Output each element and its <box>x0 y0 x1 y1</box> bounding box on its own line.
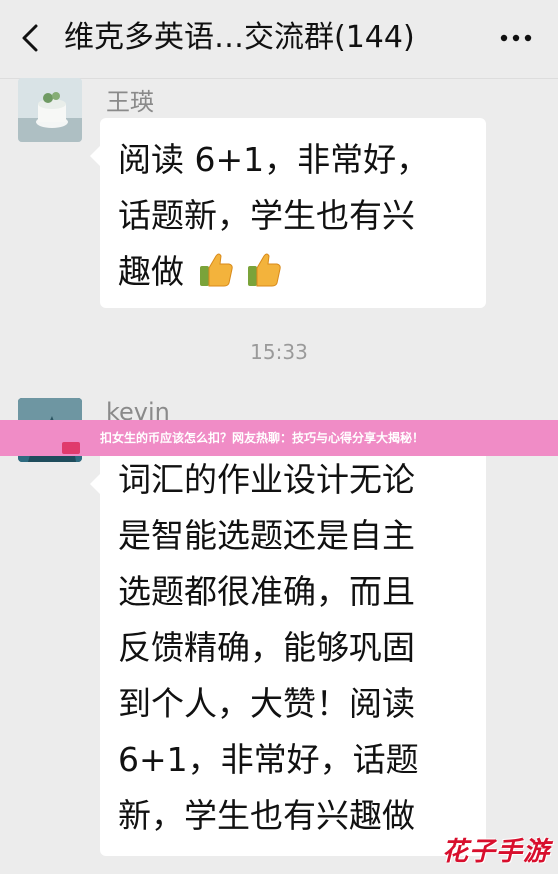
message-line: 是智能选题还是自主 <box>118 516 415 555</box>
message-line: 新，学生也有兴趣做 <box>118 796 415 835</box>
message-line: 词汇的作业设计无论 <box>118 460 415 499</box>
sender-name: 王瑛 <box>106 88 154 116</box>
more-button[interactable] <box>496 20 536 56</box>
message-bubble[interactable]: 阅读 6+1，非常好， 话题新，学生也有兴 趣做 <box>90 118 486 308</box>
thumbs-up-icon <box>200 253 233 287</box>
chat-title: 维克多英语…交流群(144) <box>64 20 415 55</box>
overlay-banner[interactable]: 扣女生的币应该怎么扣？网友热聊：技巧与心得分享大揭秘！ <box>0 420 558 456</box>
message-line: 阅读 6+1，非常好， <box>118 140 430 179</box>
banner-tag <box>62 442 80 454</box>
ellipsis-icon <box>500 34 532 42</box>
banner-text: 扣女生的币应该怎么扣？网友热聊：技巧与心得分享大揭秘！ <box>100 431 425 445</box>
message-line: 话题新，学生也有兴 <box>118 196 415 235</box>
message-line: 趣做 <box>118 252 184 291</box>
avatar[interactable] <box>18 78 82 142</box>
chevron-left-icon <box>22 24 38 52</box>
timestamp: 15:33 <box>250 340 308 364</box>
message-line: 到个人，大赞！阅读 <box>118 684 415 723</box>
chat-header: 维克多英语…交流群(144) <box>0 0 558 79</box>
message-line: 选题都很准确，而且 <box>118 572 415 611</box>
message-line: 反馈精确，能够巩固 <box>118 628 415 667</box>
avatar-image <box>18 78 82 142</box>
message-bubble[interactable]: 词汇的作业设计无论 是智能选题还是自主 选题都很准确，而且 反馈精确，能够巩固 … <box>90 446 486 856</box>
message-line: 6+1，非常好，话题 <box>118 740 419 779</box>
back-button[interactable] <box>12 16 52 60</box>
watermark: 花子手游 <box>441 837 550 867</box>
thumbs-up-icon <box>248 253 281 287</box>
